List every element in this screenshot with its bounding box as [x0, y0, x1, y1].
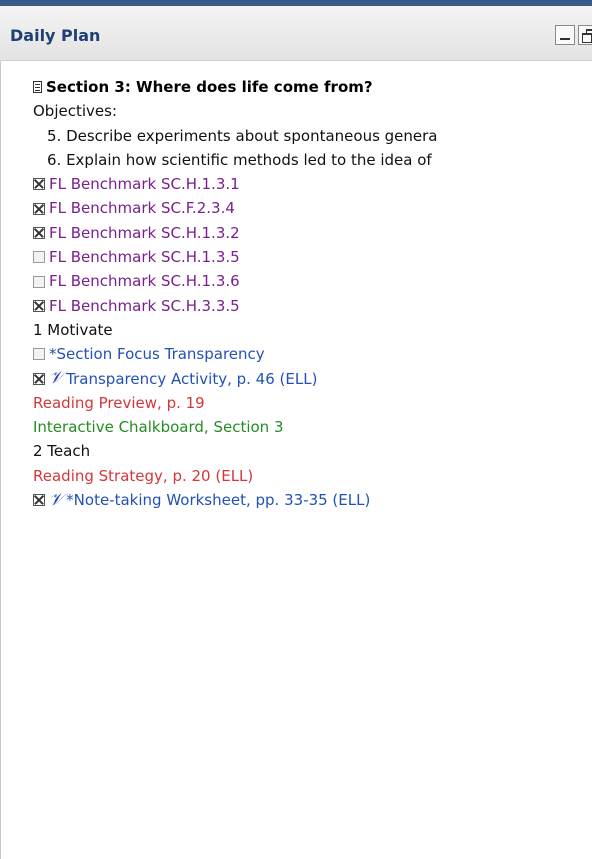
resource-link[interactable]: *Section Focus Transparency [49, 342, 265, 366]
benchmark-item: FL Benchmark SC.H.3.3.5 [33, 294, 591, 318]
benchmark-label[interactable]: FL Benchmark SC.H.1.3.6 [49, 269, 240, 293]
window-controls [555, 25, 592, 45]
benchmark-item: FL Benchmark SC.H.1.3.1 [33, 172, 591, 196]
checkbox-checked[interactable] [33, 494, 45, 507]
resource-item: 𝒱 *Note-taking Worksheet, pp. 33-35 (ELL… [33, 488, 591, 512]
checkbox-checked[interactable] [33, 178, 45, 191]
benchmark-label[interactable]: FL Benchmark SC.H.1.3.2 [49, 221, 240, 245]
benchmark-item: FL Benchmark SC.F.2.3.4 [33, 196, 591, 220]
minimize-icon [560, 38, 570, 40]
resource-link[interactable]: Reading Strategy, p. 20 (ELL) [33, 464, 253, 488]
benchmark-item: FL Benchmark SC.H.1.3.2 [33, 221, 591, 245]
restore-button[interactable] [578, 25, 592, 45]
resource-item: Reading Strategy, p. 20 (ELL) [33, 464, 591, 488]
daily-plan-panel: Section 3: Where does life come from? Ob… [0, 61, 591, 859]
document-icon [33, 81, 42, 94]
resource-item: Interactive Chalkboard, Section 3 [33, 415, 591, 439]
teach-heading: 2 Teach [33, 442, 91, 461]
resource-link[interactable]: Reading Preview, p. 19 [33, 391, 205, 415]
section-title: Section 3: Where does life come from? [46, 78, 373, 96]
checkbox-checked[interactable] [33, 299, 45, 312]
benchmark-label[interactable]: FL Benchmark SC.H.1.3.1 [49, 172, 240, 196]
minimize-button[interactable] [555, 25, 575, 45]
plan-content: Section 3: Where does life come from? Ob… [33, 75, 591, 512]
checkbox-checked[interactable] [33, 202, 45, 215]
benchmark-label[interactable]: FL Benchmark SC.H.1.3.5 [49, 245, 240, 269]
objectives-label: Objectives: [33, 102, 117, 121]
resource-item: Reading Preview, p. 19 [33, 391, 591, 415]
benchmark-item: FL Benchmark SC.H.1.3.5 [33, 245, 591, 269]
benchmark-label[interactable]: FL Benchmark SC.H.3.3.5 [49, 294, 240, 318]
checkbox-unchecked[interactable] [33, 275, 45, 288]
checkbox-checked[interactable] [33, 226, 45, 239]
benchmark-label[interactable]: FL Benchmark SC.F.2.3.4 [49, 196, 235, 220]
motivate-heading: 1 Motivate [33, 320, 113, 339]
resource-item: *Section Focus Transparency [33, 342, 591, 366]
title-bar: Daily Plan [0, 6, 592, 61]
checkbox-unchecked[interactable] [33, 348, 45, 361]
resource-link[interactable]: Interactive Chalkboard, Section 3 [33, 415, 284, 439]
resource-link[interactable]: Transparency Activity, p. 46 (ELL) [66, 367, 317, 391]
pencil-icon[interactable]: 𝒱 [49, 370, 63, 387]
checkbox-unchecked[interactable] [33, 251, 45, 264]
benchmark-item: FL Benchmark SC.H.1.3.6 [33, 269, 591, 293]
pencil-icon[interactable]: 𝒱 [49, 491, 63, 509]
window-title: Daily Plan [10, 26, 101, 45]
objective-item: 6. Explain how scientific methods led to… [47, 150, 432, 169]
section-heading[interactable]: Section 3: Where does life come from? [33, 75, 591, 99]
resource-item: 𝒱 Transparency Activity, p. 46 (ELL) [33, 367, 591, 391]
resource-link[interactable]: *Note-taking Worksheet, pp. 33-35 (ELL) [66, 488, 370, 512]
checkbox-checked[interactable] [33, 372, 45, 385]
objective-item: 5. Describe experiments about spontaneou… [47, 126, 438, 145]
